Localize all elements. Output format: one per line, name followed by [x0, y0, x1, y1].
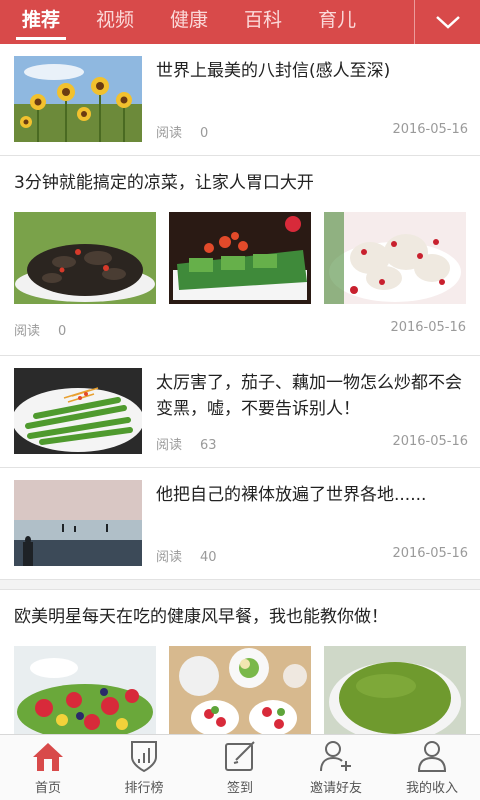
green-vegetable-plate-image [14, 368, 142, 454]
tab-recommend[interactable]: 推荐 [15, 0, 67, 44]
radish-pomegranate-image [324, 212, 466, 304]
article-date: 2016-05-16 [390, 320, 466, 335]
tab-video[interactable]: 视频 [96, 0, 134, 44]
home-icon [33, 743, 63, 771]
read-count: 63 [200, 438, 217, 453]
article-item[interactable]: 太厉害了，茄子、藕加一物怎么炒都不会变黑，嘘，不要告诉别人！ 阅读 63 2016… [0, 356, 480, 468]
article-images [14, 212, 466, 304]
article-images [14, 646, 466, 734]
nav-label: 我的收入 [405, 781, 458, 796]
bottom-nav: 首页 排行榜 签到 邀请好友 我的收入 [0, 734, 480, 800]
article-meta: 阅读 40 2016-05-16 [156, 546, 468, 565]
read-label: 阅读 [156, 550, 183, 565]
article-title: 3分钟就能搞定的凉菜，让家人胃口大开 [14, 173, 314, 193]
breakfast-spread-image [169, 646, 311, 734]
read-label: 阅读 [156, 438, 183, 453]
nav-label: 排行榜 [124, 781, 164, 796]
profile-icon [417, 741, 447, 772]
tab-encyclopedia[interactable]: 百科 [244, 0, 282, 44]
nav-home[interactable]: 首页 [0, 735, 96, 800]
article-date: 2016-05-16 [392, 122, 468, 137]
cucumber-chili-dish-image [169, 212, 311, 304]
category-tabs: 推荐 视频 健康 百科 育儿 [0, 0, 414, 44]
chevron-down-icon [435, 16, 460, 29]
nav-label: 邀请好友 [309, 781, 362, 796]
nav-label: 首页 [34, 781, 61, 796]
article-feed: 世界上最美的八封信(感人至深) 阅读 0 2016-05-16 3分钟就能搞定的凉… [0, 44, 480, 734]
nav-label: 签到 [226, 781, 253, 796]
tab-parenting[interactable]: 育儿 [318, 0, 356, 44]
green-smoothie-image [324, 646, 466, 734]
article-item[interactable]: 他把自己的裸体放遍了世界各地...... 阅读 40 2016-05-16 [0, 468, 480, 580]
ranking-shield-icon [131, 741, 157, 773]
read-label: 阅读 [14, 324, 41, 339]
article-meta: 阅读 0 2016-05-16 [156, 122, 468, 141]
checkin-edit-icon [225, 741, 255, 771]
tab-health[interactable]: 健康 [170, 0, 208, 44]
read-label: 阅读 [156, 126, 183, 141]
article-item[interactable]: 欧美明星每天在吃的健康风早餐，我也能教你做！ [0, 590, 480, 734]
beach-silhouettes-image [14, 480, 142, 566]
article-item[interactable]: 3分钟就能搞定的凉菜，让家人胃口大开 阅读 0 2016-05-16 [0, 156, 480, 356]
article-title: 他把自己的裸体放遍了世界各地...... [156, 485, 427, 505]
article-date: 2016-05-16 [392, 434, 468, 449]
article-title: 太厉害了，茄子、藕加一物怎么炒都不会变黑，嘘，不要告诉别人！ [156, 373, 462, 419]
sunflower-field-image [14, 56, 142, 142]
read-count: 0 [200, 126, 209, 141]
article-meta: 阅读 63 2016-05-16 [156, 434, 468, 453]
article-meta: 阅读 0 2016-05-16 [14, 304, 466, 355]
nav-my-income[interactable]: 我的收入 [384, 735, 480, 800]
read-count: 40 [200, 550, 217, 565]
fruit-salad-image [14, 646, 156, 734]
add-friend-icon [320, 741, 351, 772]
article-date: 2016-05-16 [392, 546, 468, 561]
black-fungus-salad-image [14, 212, 156, 304]
divider [0, 580, 480, 590]
read-count: 0 [58, 324, 67, 339]
nav-ranking[interactable]: 排行榜 [96, 735, 192, 800]
more-tabs-button[interactable] [414, 0, 480, 44]
nav-checkin[interactable]: 签到 [192, 735, 288, 800]
nav-invite-friends[interactable]: 邀请好友 [288, 735, 384, 800]
article-item[interactable]: 世界上最美的八封信(感人至深) 阅读 0 2016-05-16 [0, 44, 480, 156]
article-title: 欧美明星每天在吃的健康风早餐，我也能教你做！ [14, 607, 388, 627]
top-tab-bar: 推荐 视频 健康 百科 育儿 [0, 0, 480, 44]
article-title: 世界上最美的八封信(感人至深) [156, 61, 391, 81]
